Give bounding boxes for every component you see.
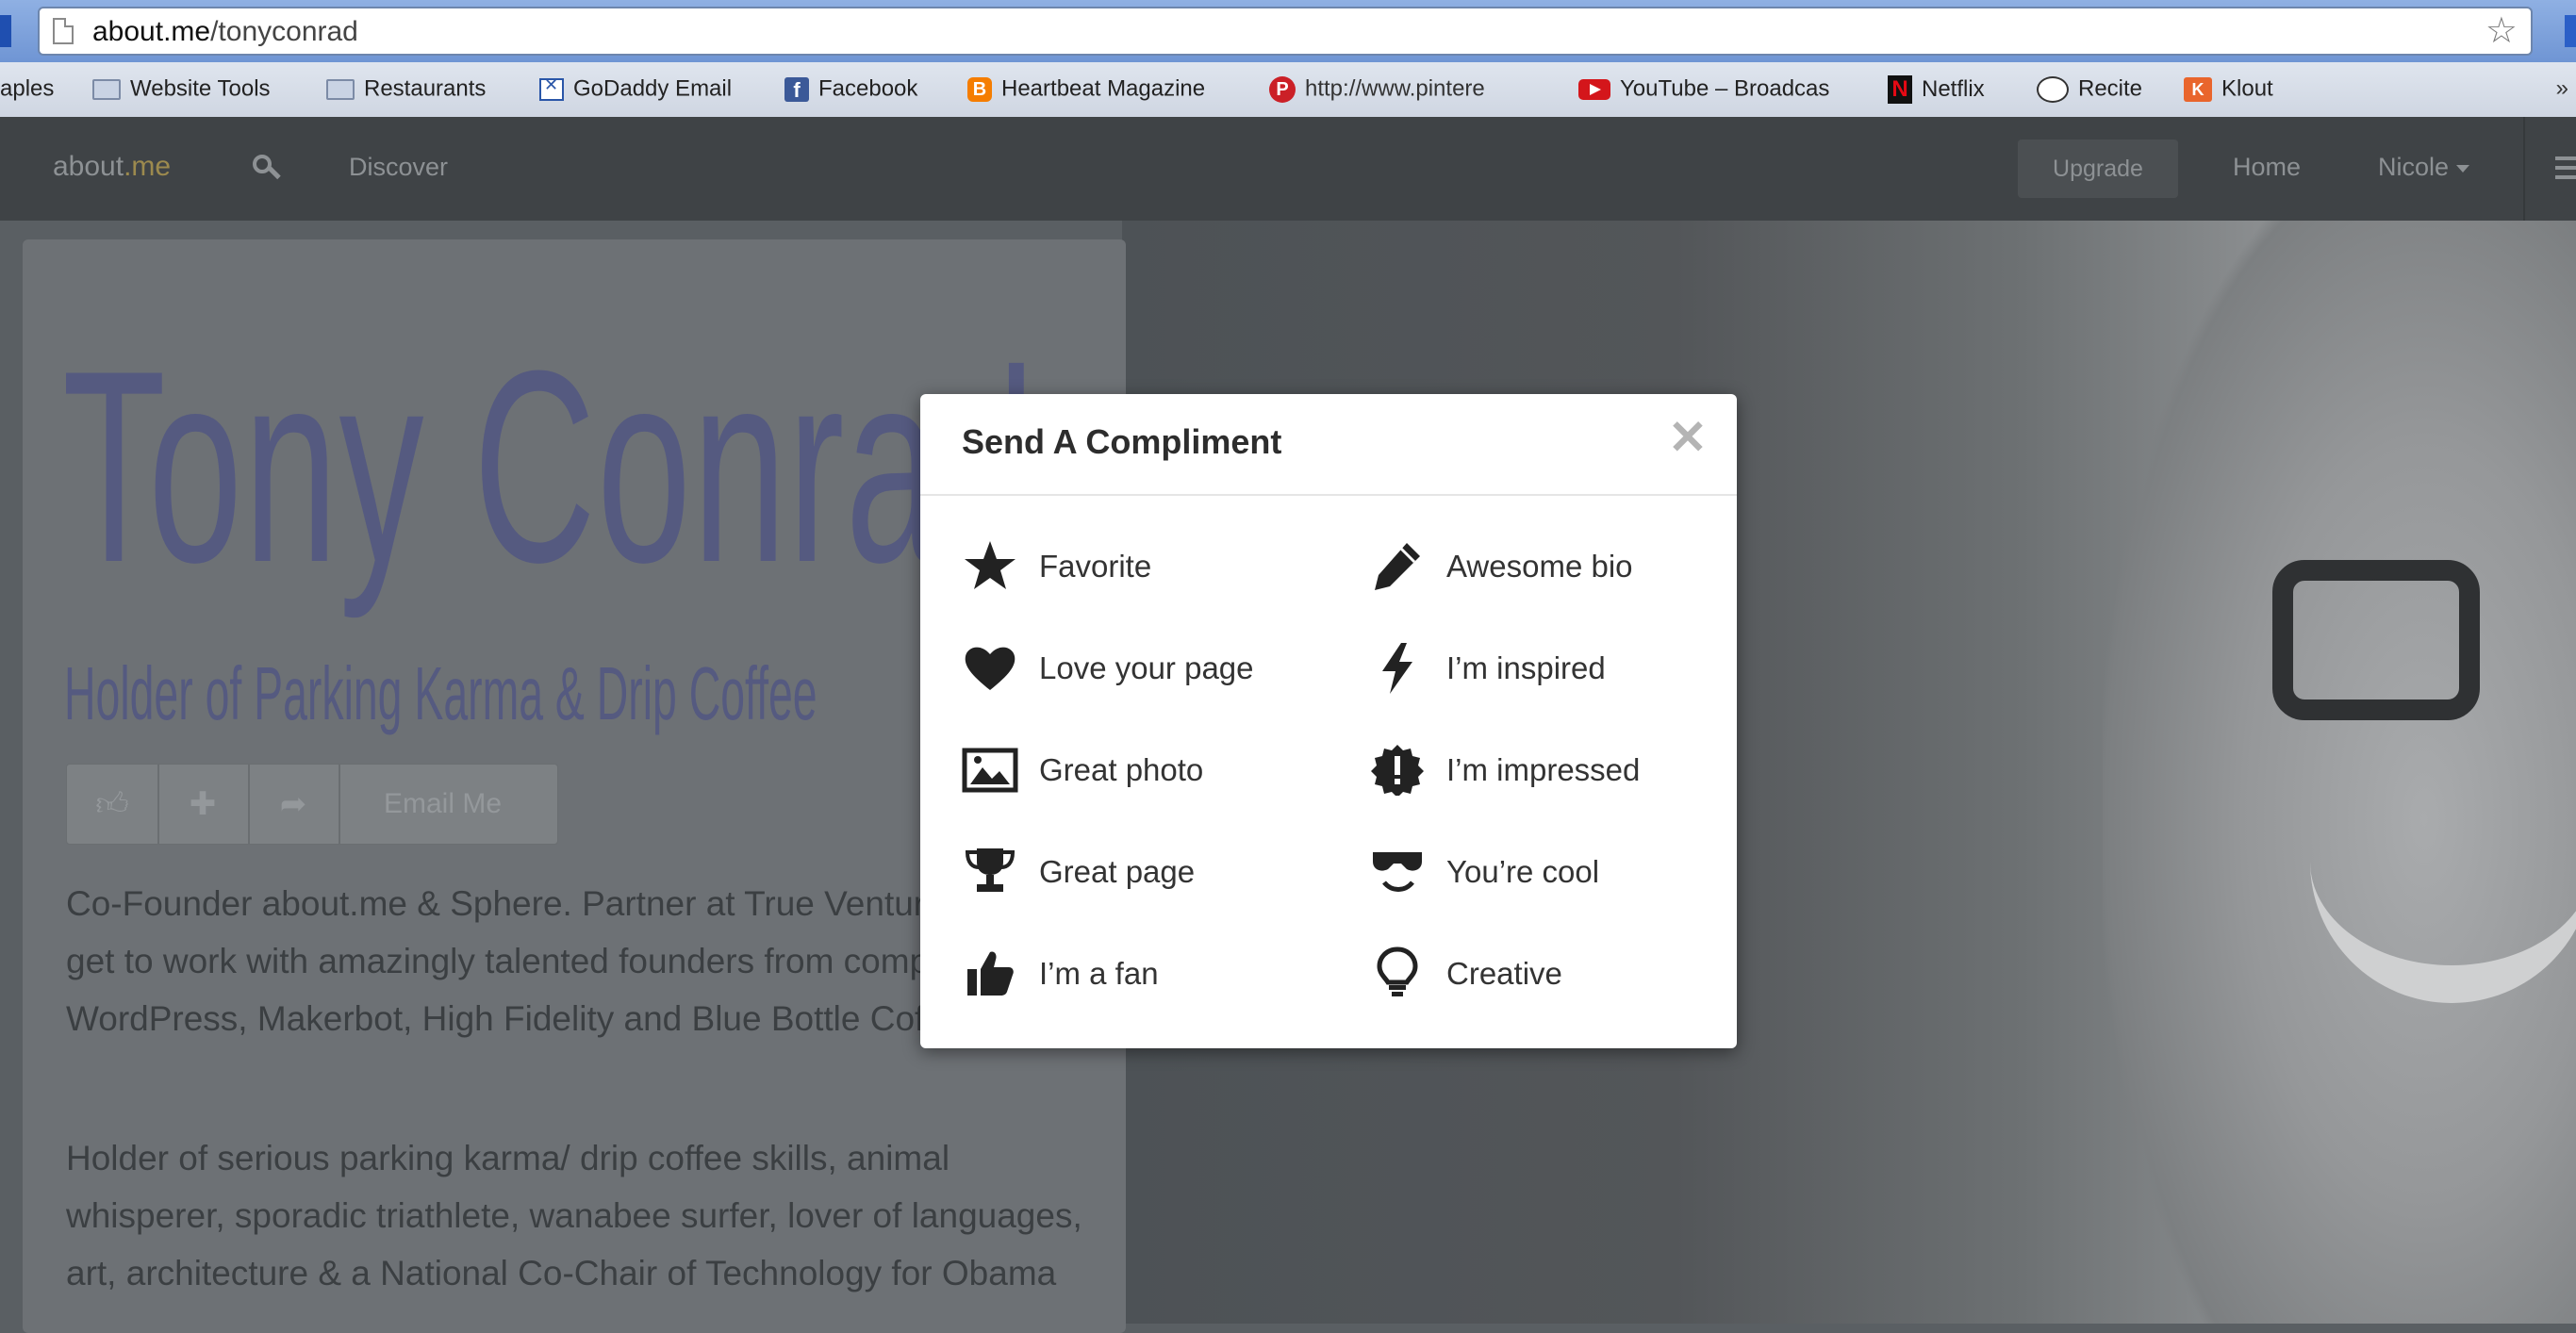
compliment-button[interactable]: 👍︎ [67,765,159,844]
dialog-divider [920,494,1737,496]
compliment-option-favorite[interactable]: Favorite [962,537,1301,594]
trophy-icon [962,845,1018,897]
dialog-title: Send A Compliment [962,422,1282,461]
url-path: /tonyconrad [210,16,358,47]
bookmark-website-tools[interactable]: Website Tools [92,75,271,104]
pinterest-icon: P [1269,75,1296,103]
compliment-option-creative[interactable]: Creative [1369,945,1709,1001]
bookmark-star-icon[interactable]: ☆ [2485,12,2518,50]
bookmark-facebook[interactable]: f Facebook [784,75,917,104]
sunglasses-icon [1369,845,1426,897]
lightbulb-icon [1369,946,1426,999]
nav-user-menu[interactable]: Nicole [2378,153,2470,182]
email-me-button[interactable]: Email Me [384,765,502,844]
photo-face [2103,221,2576,1324]
compliment-option-im-a-fan[interactable]: I’m a fan [962,945,1301,1001]
compliment-option-love-your-page[interactable]: Love your page [962,639,1301,696]
thumbs-up-icon: 👍︎ [95,786,129,822]
bookmark-youtube[interactable]: YouTube – Broadcas [1578,75,1829,104]
youtube-icon [1578,78,1610,100]
bookmark-netflix[interactable]: N Netflix [1888,75,1985,104]
chevron-down-icon [2456,164,2470,173]
follow-button[interactable]: ✚ [157,765,250,844]
share-arrow-icon: ➦ [279,786,307,822]
photo-glasses [2272,560,2480,720]
plus-icon: ✚ [189,786,217,822]
lightning-icon [1369,641,1426,694]
bookmarks-bar: aples Website Tools Restaurants GoDaddy … [0,62,2576,118]
close-icon[interactable]: ✕ [1665,414,1710,461]
bookmark-restaurants[interactable]: Restaurants [326,75,486,104]
nav-divider [2523,117,2525,221]
address-bar[interactable]: about.me/tonyconrad ☆ [38,7,2533,56]
profile-headline: Holder of Parking Karma & Drip Coffee [64,651,817,735]
site-nav: about.me Discover Upgrade Home Nicole [0,117,2576,221]
heart-icon [962,641,1018,694]
bookmark-godaddy-email[interactable]: GoDaddy Email [539,75,732,104]
photo-icon [962,743,1018,796]
bookmark-heartbeat-magazine[interactable]: B Heartbeat Magazine [967,75,1205,104]
compliment-option-awesome-bio[interactable]: Awesome bio [1369,537,1709,594]
netflix-icon: N [1888,75,1912,104]
compliment-option-im-inspired[interactable]: I’m inspired [1369,639,1709,696]
url-domain: about.me [92,16,211,47]
bookmark-pinterest[interactable]: Phttp://www.pintere [1269,75,1485,104]
compliment-option-im-impressed[interactable]: I’m impressed [1369,741,1709,798]
browser-edge-icon [0,15,11,47]
profile-name: Tony Conrad [62,314,1037,619]
search-icon[interactable] [253,155,281,180]
compliment-option-youre-cool[interactable]: You’re cool [1369,843,1709,899]
share-button[interactable]: ➦ [248,765,340,844]
pencil-icon [1369,539,1426,592]
compliment-option-great-photo[interactable]: Great photo [962,741,1301,798]
about-me-logo[interactable]: about.me [53,151,171,183]
url-text[interactable]: about.me/tonyconrad [92,16,358,48]
bookmark-klout[interactable]: K Klout [2184,75,2273,104]
folder-icon [92,78,121,100]
mail-icon [539,75,564,101]
facebook-icon: f [784,76,809,102]
hamburger-menu-icon[interactable] [2555,156,2576,185]
send-compliment-dialog: Send A Compliment ✕ Favorite Love your p… [920,394,1737,1048]
bookmark-recite[interactable]: Recite [2037,75,2142,104]
exclamation-badge-icon [1369,743,1426,798]
browser-toolbar: about.me/tonyconrad ☆ [0,0,2576,62]
star-icon [962,539,1018,592]
thumbs-up-icon [962,946,1018,999]
nav-home-link[interactable]: Home [2233,153,2301,182]
folder-icon [326,78,355,100]
upgrade-button[interactable]: Upgrade [2018,140,2178,198]
profile-action-bar: 👍︎ ✚ ➦ Email Me [66,764,558,845]
bookmarks-overflow-button[interactable]: » [2556,75,2568,102]
recite-icon [2037,75,2069,103]
compliment-option-great-page[interactable]: Great page [962,843,1301,899]
bookmark-apps[interactable]: aples [0,75,54,104]
page-icon [53,18,74,44]
extension-icon[interactable] [2565,15,2576,47]
klout-icon: K [2184,76,2212,102]
blogger-icon: B [967,76,992,102]
profile-bio-paragraph: Holder of serious parking karma/ drip co… [66,1139,1082,1292]
nav-discover-link[interactable]: Discover [349,153,448,182]
